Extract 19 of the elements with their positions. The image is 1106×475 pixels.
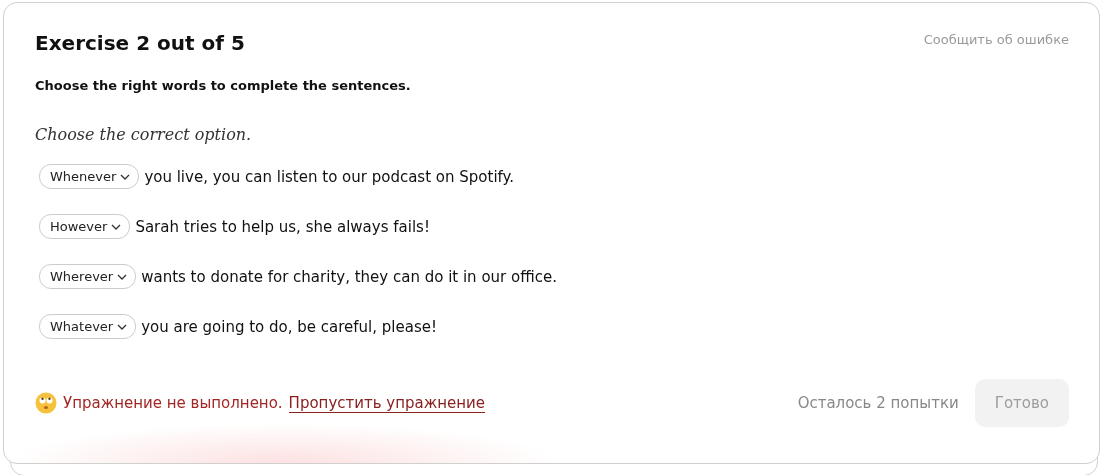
prompt-text: Choose the correct option.	[35, 125, 253, 144]
caret-icon	[117, 273, 128, 280]
exercise-title: Exercise 2 out of 5	[35, 31, 245, 55]
word-dropdown[interactable]: Wherever	[39, 264, 137, 289]
word-dropdown[interactable]: Whenever	[39, 164, 140, 189]
attempts-left-text: Осталось 2 попытки	[797, 394, 959, 412]
emoji-icon	[35, 392, 57, 414]
word-dropdown[interactable]: Whatever	[39, 314, 137, 339]
sentence-text: you live, you can listen to our podcast on Spotify.	[144, 167, 515, 186]
instruction-text: Choose the right words to complete the sentences.	[35, 78, 412, 93]
caret-icon	[117, 323, 128, 330]
caret-icon	[111, 223, 122, 230]
sentence-text: Sarah tries to help us, she always fails!	[135, 217, 430, 236]
sentence-text: wants to donate for charity, they can do it in our office.	[141, 267, 557, 286]
skip-exercise-link[interactable]: Пропустить упражнение	[288, 393, 486, 413]
caret-icon	[120, 173, 131, 180]
status-message: Упражнение не выполнено.	[63, 394, 283, 412]
word-dropdown[interactable]: However	[39, 214, 131, 239]
sentence-text: you are going to do, be careful, please!	[141, 317, 437, 336]
